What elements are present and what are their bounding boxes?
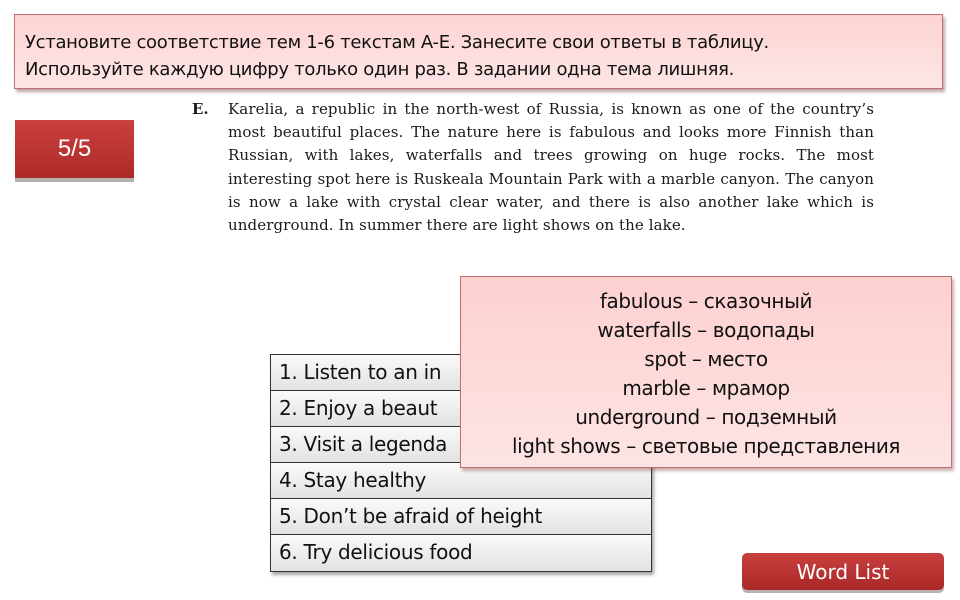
word-list-button[interactable]: Word List bbox=[742, 553, 944, 590]
topic-item-5[interactable]: 5. Don’t be afraid of height bbox=[271, 499, 651, 535]
instruction-line-2: Используйте каждую цифру только один раз… bbox=[25, 59, 735, 80]
word-entry: waterfalls – водопады bbox=[597, 318, 815, 342]
reading-passage: E. Karelia, a republic in the north-west… bbox=[190, 98, 874, 237]
word-entry: spot – место bbox=[644, 347, 768, 371]
word-entry: marble – мрамор bbox=[622, 376, 790, 400]
topic-item-6[interactable]: 6. Try delicious food bbox=[271, 535, 651, 571]
passage-text: Karelia, a republic in the north-west of… bbox=[228, 100, 874, 235]
passage-label: E. bbox=[192, 100, 209, 118]
word-entry: light shows – световые представления bbox=[511, 434, 901, 458]
topic-item-4[interactable]: 4. Stay healthy bbox=[271, 463, 651, 499]
instruction-banner: Установите соответствие тем 1-6 текстам … bbox=[14, 14, 943, 89]
progress-badge: 5/5 bbox=[15, 120, 134, 178]
word-list-popup: fabulous – сказочный waterfalls – водопа… bbox=[460, 276, 952, 468]
instruction-line-1: Установите соответствие тем 1-6 текстам … bbox=[25, 32, 769, 53]
word-entry: underground – подземный bbox=[575, 405, 837, 429]
word-entry: fabulous – сказочный bbox=[599, 289, 813, 313]
